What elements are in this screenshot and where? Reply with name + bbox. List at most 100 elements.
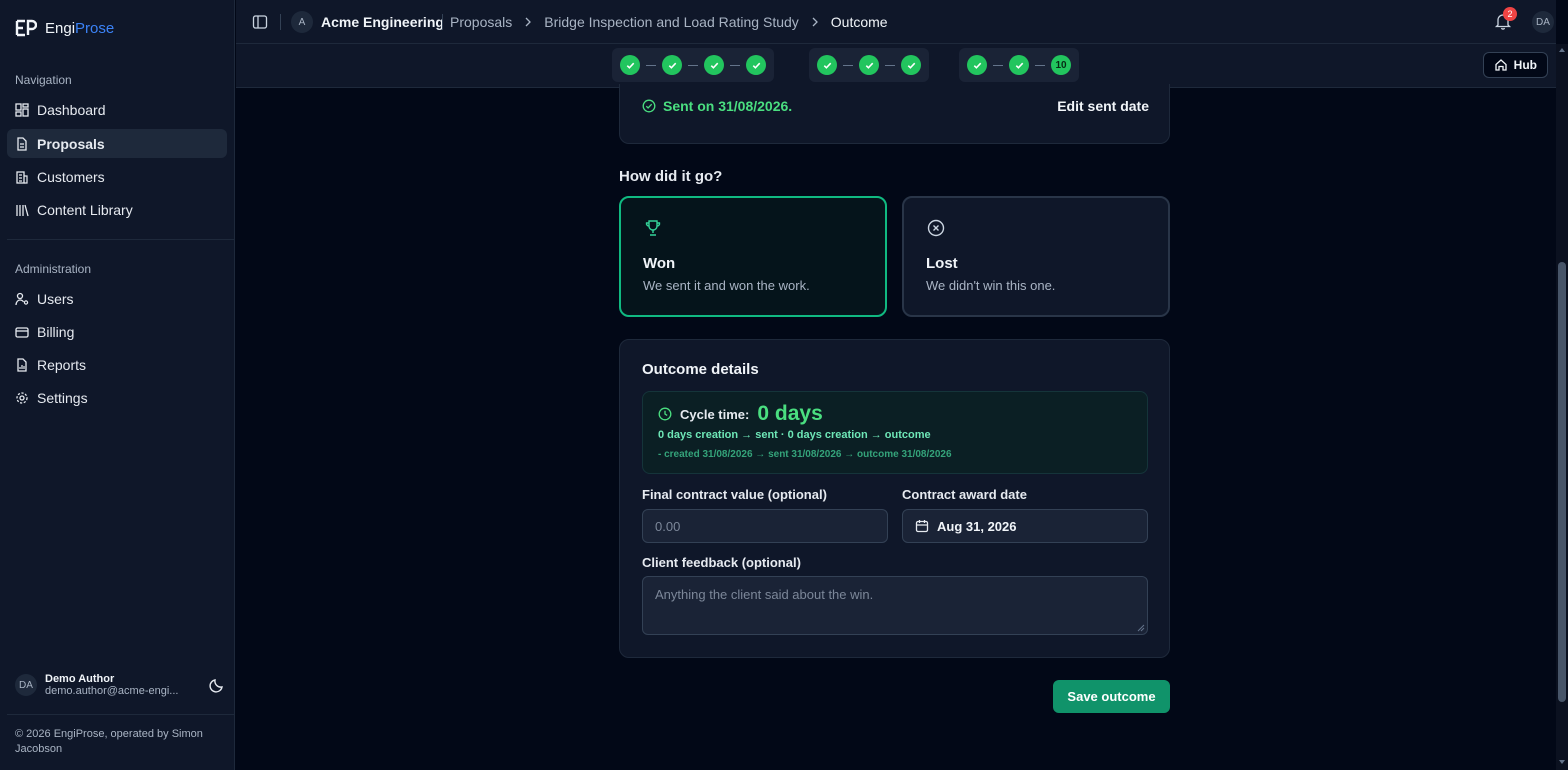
step-complete[interactable] <box>967 55 987 75</box>
sidebar-item-label: Reports <box>37 356 87 373</box>
user-info: Demo Author demo.author@acme-engi... <box>45 673 201 697</box>
step-connector <box>885 64 895 66</box>
check-icon <box>668 62 676 69</box>
copyright-text: © 2026 EngiProse, operated by Simon Jaco… <box>15 728 203 755</box>
client-feedback-textarea[interactable]: Anything the client said about the win. <box>642 576 1148 635</box>
check-circle-icon <box>642 99 656 113</box>
navigation-section-label: Navigation <box>15 73 72 87</box>
user-email: demo.author@acme-engi... <box>45 685 179 697</box>
sidebar-item-proposals[interactable]: Proposals <box>7 129 227 158</box>
save-outcome-button[interactable]: Save outcome <box>1053 680 1170 713</box>
award-date-picker[interactable]: Aug 31, 2026 <box>902 509 1148 543</box>
step-complete[interactable] <box>901 55 921 75</box>
sidebar-item-customers[interactable]: Customers <box>7 162 227 191</box>
sidebar-user-profile[interactable]: DA Demo Author demo.author@acme-engi... <box>15 673 225 697</box>
report-icon <box>17 357 27 372</box>
step-connector <box>993 64 1003 66</box>
step-complete[interactable] <box>817 55 837 75</box>
trophy-icon <box>645 220 661 236</box>
brand-name: EngiProse <box>45 19 115 37</box>
step-complete[interactable] <box>859 55 879 75</box>
step-connector <box>843 64 853 66</box>
sent-status-card: Sent on 31/08/2026. Edit sent date <box>619 84 1170 144</box>
avatar: DA <box>15 674 37 696</box>
step-complete[interactable] <box>746 55 766 75</box>
sidebar-item-label: Proposals <box>37 135 105 152</box>
sidebar-item-users[interactable]: Users <box>7 284 227 313</box>
step-complete[interactable] <box>704 55 724 75</box>
step-current[interactable]: 10 <box>1051 55 1071 75</box>
cycle-breakdown: 0 days creation → sent · 0 days creation… <box>658 429 931 441</box>
won-description: We sent it and won the work. <box>643 278 810 293</box>
topbar-separator <box>280 14 281 30</box>
avatar[interactable]: DA <box>1532 11 1554 33</box>
breadcrumb-proposals[interactable]: Proposals <box>450 14 512 30</box>
check-icon <box>907 62 915 69</box>
sidebar-item-label: Users <box>37 290 74 307</box>
sidebar-item-settings[interactable]: Settings <box>7 383 227 412</box>
check-icon <box>973 62 981 69</box>
check-icon <box>626 62 634 69</box>
outcome-question: How did it go? <box>619 168 723 185</box>
step-group-2 <box>809 48 929 82</box>
resize-handle-icon[interactable] <box>1137 624 1145 632</box>
sidebar-item-reports[interactable]: Reports <box>7 350 227 379</box>
check-icon <box>823 62 831 69</box>
lost-title: Lost <box>926 255 958 272</box>
brand-logo[interactable]: EngiProse <box>15 18 114 38</box>
sidebar-item-label: Dashboard <box>37 101 106 118</box>
step-complete[interactable] <box>620 55 640 75</box>
org-switcher[interactable]: A Acme Engineering <box>291 11 444 33</box>
cycle-time-box: Cycle time: 0 days 0 days creation → sen… <box>642 391 1148 474</box>
library-icon <box>16 204 29 216</box>
check-icon <box>710 62 718 69</box>
outcome-won-option[interactable]: Won We sent it and won the work. <box>619 196 887 317</box>
step-complete[interactable] <box>1009 55 1029 75</box>
breadcrumb-proposal-title[interactable]: Bridge Inspection and Load Rating Study <box>544 14 799 30</box>
check-icon <box>1015 62 1023 69</box>
building-icon <box>16 170 28 184</box>
contract-value-label: Final contract value (optional) <box>642 487 827 502</box>
step-connector <box>688 64 698 66</box>
sidebar-item-dashboard[interactable]: Dashboard <box>7 95 227 124</box>
topbar-separator <box>442 14 443 30</box>
cycle-time-value: 0 days <box>757 402 823 425</box>
sidebar-item-label: Billing <box>37 323 75 340</box>
scroll-down-icon[interactable] <box>1558 758 1566 766</box>
sidebar-footer-divider <box>7 714 235 715</box>
dashboard-icon <box>15 102 29 117</box>
won-title: Won <box>643 255 676 272</box>
sidebar-toggle-icon[interactable] <box>252 14 268 30</box>
client-feedback-placeholder: Anything the client said about the win. <box>655 587 874 602</box>
sidebar-item-label: Settings <box>37 389 88 406</box>
hub-button-label: Hub <box>1513 58 1537 72</box>
check-icon <box>752 62 760 69</box>
calendar-icon <box>915 520 929 533</box>
outcome-details-title: Outcome details <box>642 361 759 378</box>
contract-value-input[interactable]: 0.00 <box>642 509 888 543</box>
moon-icon[interactable] <box>209 677 225 693</box>
check-icon <box>865 62 873 69</box>
credit-card-icon <box>15 326 29 338</box>
top-bar: A Acme Engineering Proposals Bridge Insp… <box>236 0 1556 44</box>
cycle-dates: - created 31/08/2026 → sent 31/08/2026 →… <box>658 449 952 460</box>
org-avatar: A <box>291 11 313 33</box>
lost-description: We didn't win this one. <box>926 278 1056 293</box>
chevron-right-icon <box>525 17 532 27</box>
sent-status-text: Sent on 31/08/2026. <box>663 98 793 114</box>
outcome-lost-option[interactable]: Lost We didn't win this one. <box>902 196 1170 317</box>
edit-sent-date-button[interactable]: Edit sent date <box>1057 98 1149 114</box>
sidebar-item-content-library[interactable]: Content Library <box>7 195 227 224</box>
hub-button[interactable]: Hub <box>1482 52 1548 78</box>
scroll-up-icon[interactable] <box>1558 46 1566 54</box>
step-complete[interactable] <box>662 55 682 75</box>
sidebar-item-billing[interactable]: Billing <box>7 317 227 346</box>
scrollbar-thumb[interactable] <box>1558 262 1566 702</box>
home-icon <box>1495 59 1507 71</box>
award-date-value: Aug 31, 2026 <box>937 518 1017 534</box>
page-scrollbar[interactable] <box>1556 44 1568 770</box>
sent-status: Sent on 31/08/2026. <box>642 98 792 114</box>
gear-icon <box>16 391 28 404</box>
sidebar: EngiProse Navigation Dashboard Proposals… <box>0 0 235 770</box>
breadcrumb: Proposals Bridge Inspection and Load Rat… <box>450 14 888 30</box>
